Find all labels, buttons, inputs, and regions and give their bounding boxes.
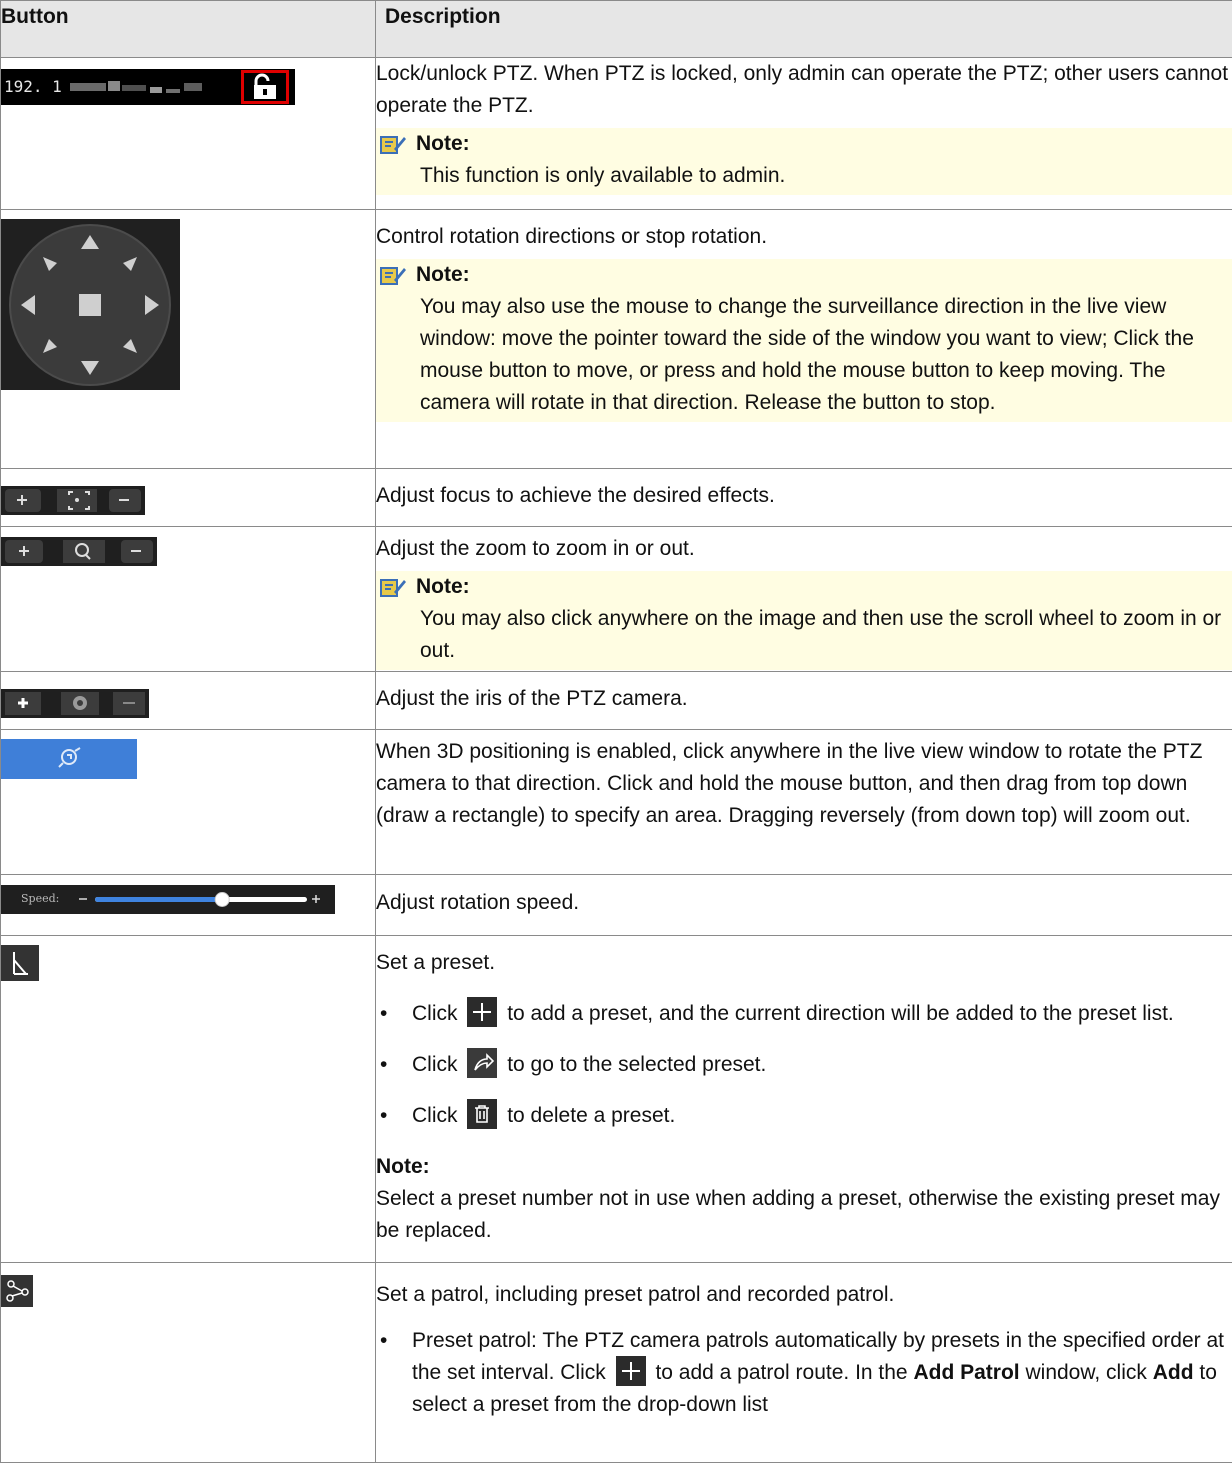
note-box: Note: You may also click anywhere on the… bbox=[376, 571, 1232, 670]
bullet-text-part: to add a preset, and the current directi… bbox=[507, 1002, 1174, 1025]
bullet-bold-text: Add Patrol bbox=[913, 1361, 1020, 1384]
bullet-text-part: Click bbox=[412, 1053, 458, 1076]
unlock-icon[interactable] bbox=[241, 70, 289, 104]
table-row: Control rotation directions or stop rota… bbox=[0, 209, 1232, 469]
table-row: Adjust the zoom to zoom in or out. Note:… bbox=[0, 526, 1232, 672]
note-pencil-icon bbox=[380, 571, 416, 603]
table-row: Adjust the iris of the PTZ camera. bbox=[0, 671, 1232, 730]
header-description: Description bbox=[375, 0, 1232, 58]
note-box: Note: This function is only available to… bbox=[376, 128, 1232, 195]
bullet-text-part: Click bbox=[412, 1104, 458, 1127]
3d-positioning-image bbox=[1, 739, 137, 779]
bullet-text-part: window, click bbox=[1025, 1361, 1147, 1384]
zoom-controls-image bbox=[1, 537, 157, 566]
bullet-text-part: to go to the selected preset. bbox=[507, 1053, 767, 1076]
description-cell: Adjust rotation speed. bbox=[375, 874, 1232, 936]
preset-icon bbox=[1, 945, 39, 981]
description-cell: Set a patrol, including preset patrol an… bbox=[375, 1262, 1232, 1463]
patrol-icon bbox=[1, 1275, 33, 1307]
note-label: Note: bbox=[416, 132, 470, 155]
list-item: • Click to go to the selected preset. bbox=[376, 1048, 1232, 1081]
description-cell: Adjust the iris of the PTZ camera. bbox=[375, 671, 1232, 730]
table-row: Set a preset. • Click to add a preset, a… bbox=[0, 935, 1232, 1263]
plus-icon bbox=[467, 997, 498, 1028]
button-cell bbox=[0, 209, 376, 469]
note-label: Note: bbox=[376, 1155, 430, 1178]
button-cell bbox=[0, 671, 376, 730]
ptz-button-table: Button Description 192. 1 Lock/unlock PT… bbox=[0, 0, 1232, 1463]
plus-icon bbox=[615, 1356, 646, 1387]
lock-ptz-image: 192. 1 bbox=[1, 69, 295, 105]
note-pencil-icon bbox=[380, 128, 416, 160]
description-text: When 3D positioning is enabled, click an… bbox=[376, 740, 1203, 827]
table-row: Set a patrol, including preset patrol an… bbox=[0, 1262, 1232, 1463]
table-row: Speed: Adjust rotation speed. bbox=[0, 874, 1232, 936]
description-text: Set a patrol, including preset patrol an… bbox=[376, 1283, 895, 1306]
button-cell bbox=[0, 468, 376, 527]
list-item: • Click to add a preset, and the current… bbox=[376, 997, 1232, 1030]
focus-controls-image bbox=[1, 486, 145, 515]
table-row: 192. 1 Lock/unlock PTZ. When PTZ is lock… bbox=[0, 57, 1232, 210]
blurred-ip-segment bbox=[69, 81, 202, 93]
description-cell: Control rotation directions or stop rota… bbox=[375, 209, 1232, 469]
button-cell bbox=[0, 1262, 376, 1463]
description-text: Set a preset. bbox=[376, 951, 496, 974]
table-row: Adjust focus to achieve the desired effe… bbox=[0, 468, 1232, 527]
description-cell: Adjust focus to achieve the desired effe… bbox=[375, 468, 1232, 527]
goto-arrow-icon bbox=[467, 1048, 498, 1079]
description-cell: Lock/unlock PTZ. When PTZ is locked, onl… bbox=[375, 57, 1232, 210]
list-item: • Click to delete a preset. bbox=[376, 1099, 1232, 1132]
note-label: Note: bbox=[416, 263, 470, 286]
note-text: You may also use the mouse to change the… bbox=[420, 295, 1194, 414]
button-cell: Speed: bbox=[0, 874, 376, 936]
description-text: Control rotation directions or stop rota… bbox=[376, 225, 768, 248]
note-text: This function is only available to admin… bbox=[420, 164, 786, 187]
button-cell bbox=[0, 935, 376, 1263]
table-row: When 3D positioning is enabled, click an… bbox=[0, 729, 1232, 875]
ip-address-text: 192. 1 bbox=[4, 77, 62, 96]
direction-pad-image bbox=[1, 219, 180, 390]
note-text: You may also click anywhere on the image… bbox=[420, 607, 1222, 662]
button-cell bbox=[0, 729, 376, 875]
note-pencil-icon bbox=[380, 259, 416, 291]
bullet-text-part: Click bbox=[412, 1002, 458, 1025]
table-header-row: Button Description bbox=[0, 0, 1232, 58]
bullet-text-part: to add a patrol route. In the bbox=[655, 1361, 908, 1384]
bullet-text-part: to delete a preset. bbox=[507, 1104, 676, 1127]
description-cell: When 3D positioning is enabled, click an… bbox=[375, 729, 1232, 875]
speed-slider-image: Speed: bbox=[1, 885, 335, 914]
description-text: Adjust the iris of the PTZ camera. bbox=[376, 687, 688, 710]
button-cell bbox=[0, 526, 376, 672]
iris-controls-image bbox=[1, 689, 149, 718]
note-text: Select a preset number not in use when a… bbox=[376, 1187, 1220, 1242]
trash-icon bbox=[467, 1099, 498, 1130]
bullet-bold-text: Add bbox=[1152, 1361, 1194, 1384]
description-text: Lock/unlock PTZ. When PTZ is locked, onl… bbox=[376, 62, 1229, 117]
note-label: Note: bbox=[416, 575, 470, 598]
list-item: • Preset patrol: The PTZ camera patrols … bbox=[380, 1329, 1224, 1416]
header-button: Button bbox=[0, 0, 376, 58]
description-text: Adjust focus to achieve the desired effe… bbox=[376, 484, 775, 507]
description-cell: Set a preset. • Click to add a preset, a… bbox=[375, 935, 1232, 1263]
description-text: Adjust the zoom to zoom in or out. bbox=[376, 537, 695, 560]
button-cell: 192. 1 bbox=[0, 57, 376, 210]
note-box: Note: You may also use the mouse to chan… bbox=[376, 259, 1232, 422]
description-text: Adjust rotation speed. bbox=[376, 891, 580, 914]
description-cell: Adjust the zoom to zoom in or out. Note:… bbox=[375, 526, 1232, 672]
